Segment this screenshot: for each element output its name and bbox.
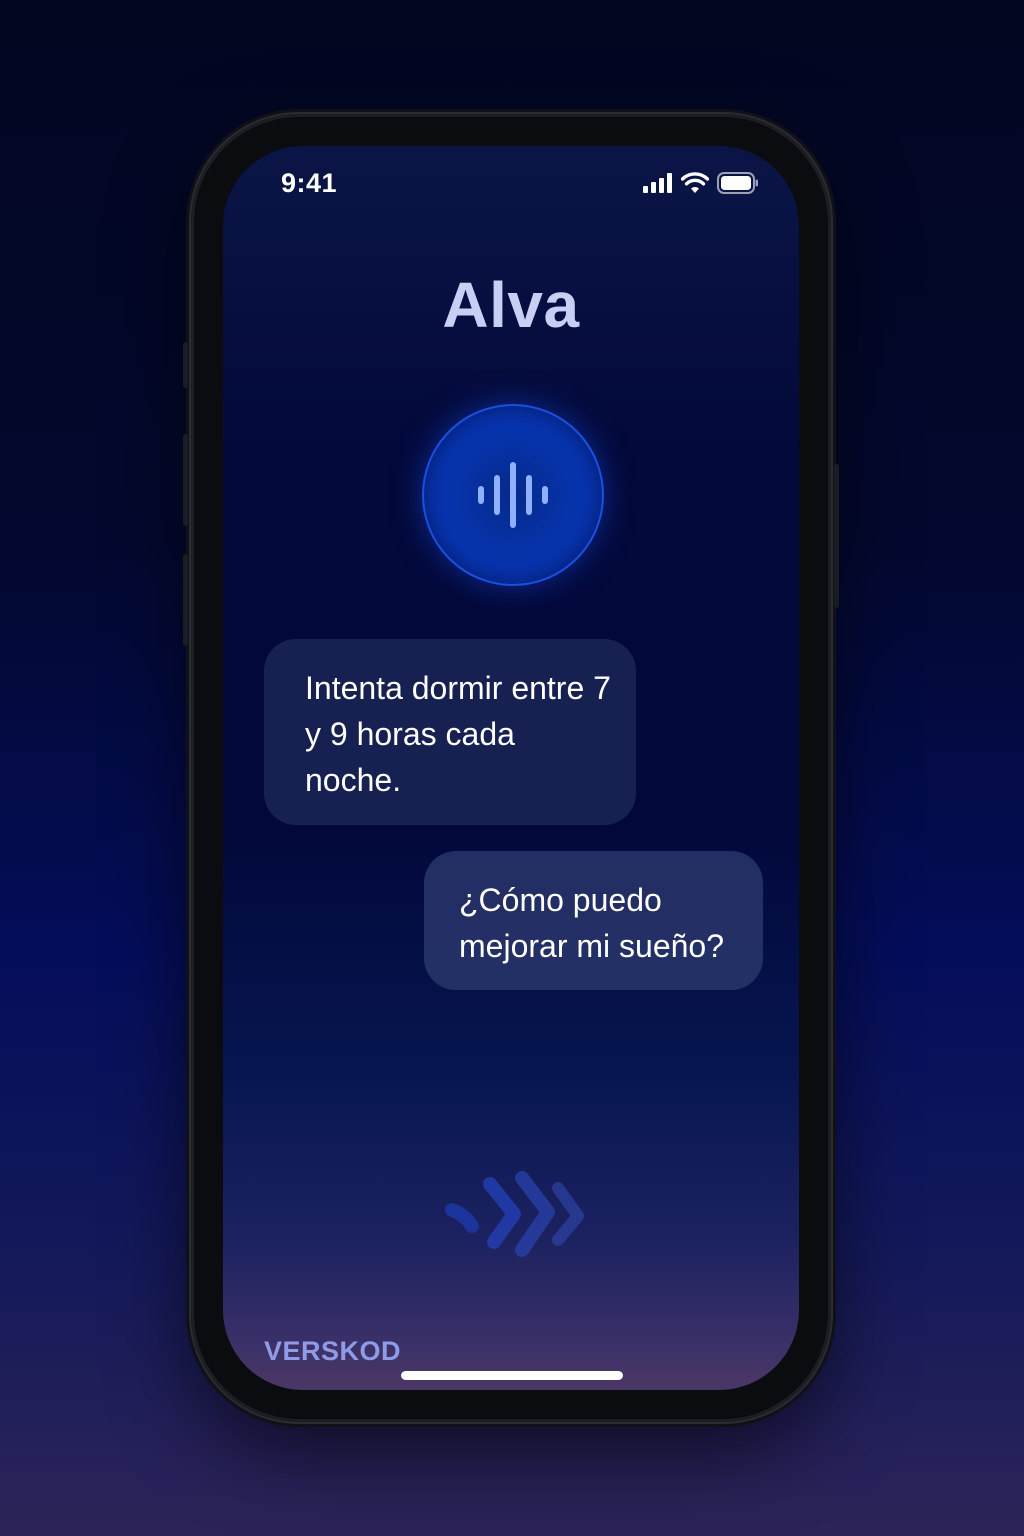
cellular-signal-icon [643, 173, 672, 193]
wifi-icon [681, 172, 709, 193]
status-icons [643, 172, 759, 194]
assistant-message-bubble: Intenta dormir entre 7 y 9 horas cada no… [264, 639, 636, 825]
assistant-message-text: Intenta dormir entre 7 y 9 horas cada no… [305, 670, 611, 798]
brand-label: VERSKOD [264, 1336, 402, 1366]
power-button [834, 464, 839, 608]
phone-frame: 9:41 Alva Intenta dormir entre 7 y 9 hor… [183, 114, 839, 1422]
volume-up-button [183, 434, 188, 526]
voice-assistant-button[interactable] [422, 404, 604, 586]
app-screen: 9:41 Alva Intenta dormir entre 7 y 9 hor… [223, 146, 799, 1390]
status-time: 9:41 [281, 168, 338, 198]
listening-chevrons-icon [445, 1171, 584, 1257]
sound-wave-icon [478, 462, 548, 528]
battery-icon [717, 172, 758, 194]
action-button [183, 342, 188, 388]
user-message-bubble: ¿Cómo puedo mejorar mi sueño? [424, 851, 763, 990]
home-indicator[interactable] [401, 1371, 623, 1380]
app-title: Alva [442, 269, 580, 341]
volume-down-button [183, 554, 188, 646]
user-message-text: ¿Cómo puedo mejorar mi sueño? [459, 882, 724, 964]
